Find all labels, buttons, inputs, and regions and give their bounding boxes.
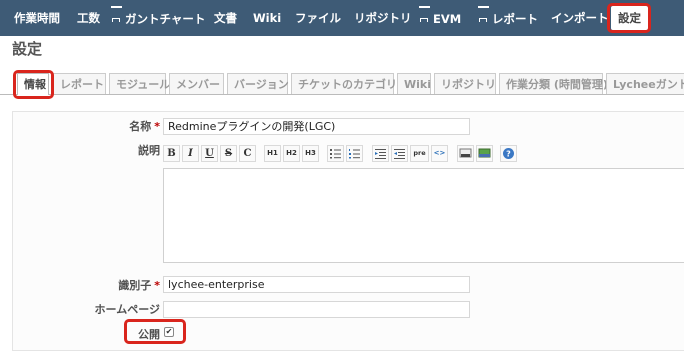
tab-activities[interactable]: 作業分類 (時間管理) (499, 73, 608, 94)
bullet-list-icon[interactable] (327, 145, 344, 162)
menu-man-hours[interactable]: 工数 (77, 0, 100, 36)
pre-icon[interactable]: pre (410, 145, 429, 162)
underline-icon[interactable]: U (201, 145, 218, 162)
chart-icon (419, 0, 430, 8)
italic-icon[interactable]: I (182, 145, 199, 162)
menu-reports-label: レポート (492, 12, 538, 26)
chart-icon (111, 0, 122, 8)
menu-gantt-label: ガントチャート (125, 12, 206, 26)
strike-icon[interactable]: S (220, 145, 237, 162)
tab-wiki[interactable]: Wiki (397, 73, 431, 94)
menu-settings[interactable]: 設定 (611, 6, 648, 30)
svg-text:?: ? (506, 150, 511, 159)
description-textarea[interactable] (163, 168, 684, 263)
public-checkbox[interactable]: ✔ (164, 327, 174, 337)
menu-documents[interactable]: 文書 (214, 0, 237, 36)
menu-evm[interactable]: EVM (419, 0, 461, 36)
tab-versions[interactable]: バージョン (227, 73, 289, 94)
menu-repository[interactable]: リポジトリ (354, 0, 412, 36)
tab-info[interactable]: 情報 (17, 73, 49, 95)
name-input[interactable]: Redmineプラグインの開発(LGC) (163, 118, 470, 135)
tab-repositories[interactable]: リポジトリ (434, 73, 496, 94)
tab-lychee-gantt[interactable]: Lycheeガント (606, 73, 684, 94)
page-title: 設定 (12, 40, 43, 58)
menu-import[interactable]: インポート (551, 0, 609, 36)
tab-modules[interactable]: モジュール (109, 73, 170, 94)
menu-wiki[interactable]: Wiki (253, 0, 281, 36)
wiki-toolbar: B I U S C H1 H2 H3 pre <> ? (163, 145, 684, 167)
menu-time-entries[interactable]: 作業時間 (14, 0, 60, 36)
identifier-label-text: 識別子 (118, 279, 152, 292)
indent-icon[interactable] (391, 145, 408, 162)
name-label-text: 名称 (129, 120, 152, 133)
heading3-icon[interactable]: H3 (302, 145, 319, 162)
required-mark: * (154, 120, 160, 133)
heading1-icon[interactable]: H1 (264, 145, 281, 162)
inline-code-icon[interactable]: <> (431, 145, 448, 162)
identifier-label: 識別子 * (80, 277, 160, 293)
link-icon[interactable] (457, 145, 474, 162)
required-mark: * (154, 279, 160, 292)
bold-icon[interactable]: B (163, 145, 180, 162)
tab-reports[interactable]: レポート (53, 73, 106, 94)
menu-evm-label: EVM (433, 12, 462, 26)
menu-reports[interactable]: レポート (478, 0, 538, 36)
tab-issue-categories[interactable]: チケットのカテゴリ (291, 73, 397, 94)
homepage-label: ホームページ (94, 303, 160, 316)
homepage-input[interactable] (163, 301, 470, 318)
code-icon[interactable]: C (239, 145, 256, 162)
identifier-input[interactable]: lychee-enterprise (163, 276, 470, 293)
description-label: 説明 (138, 144, 160, 157)
outdent-icon[interactable] (372, 145, 389, 162)
image-icon[interactable] (476, 145, 493, 162)
project-menu-bar: 作業時間 工数 ガントチャート 文書 Wiki ファイル リポジトリ EVM レ… (0, 0, 684, 36)
tab-members[interactable]: メンバー (169, 73, 224, 94)
name-label: 名称 * (100, 118, 160, 134)
help-icon[interactable]: ? (500, 145, 517, 162)
heading2-icon[interactable]: H2 (283, 145, 300, 162)
menu-files[interactable]: ファイル (295, 0, 341, 36)
public-label: 公開 (138, 328, 160, 341)
chart-icon (478, 0, 489, 8)
menu-gantt[interactable]: ガントチャート (111, 0, 205, 36)
numbered-list-icon[interactable] (346, 145, 363, 162)
